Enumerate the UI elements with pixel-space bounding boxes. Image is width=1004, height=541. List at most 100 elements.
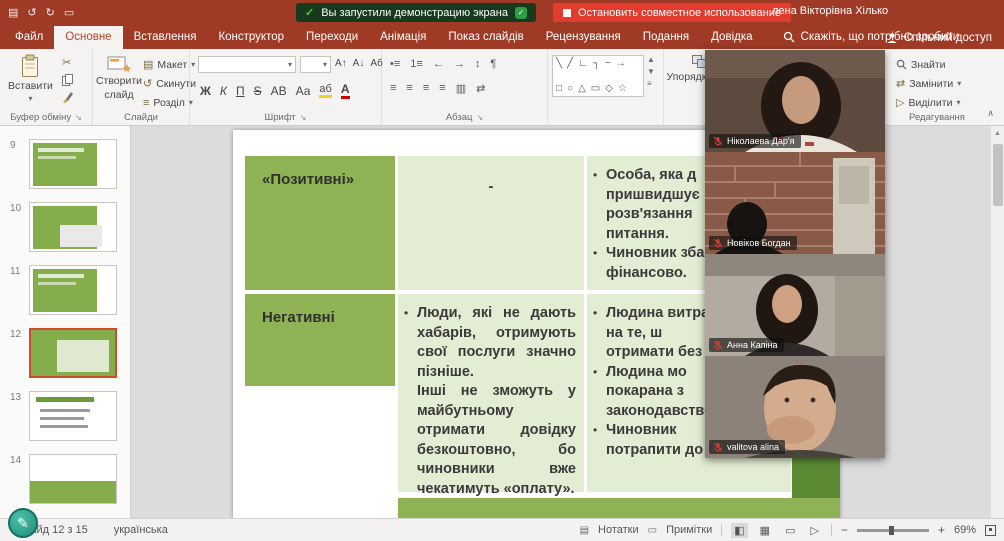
redo-icon[interactable]: ↻ xyxy=(46,6,55,19)
shape-star-icon[interactable]: ☆ xyxy=(618,83,627,94)
shapes-more-icon[interactable]: ≡ xyxy=(647,79,655,88)
justify-button[interactable]: ≡ xyxy=(439,82,445,95)
slide-thumbnail-10[interactable] xyxy=(29,202,117,252)
zoom-slider-thumb[interactable] xyxy=(889,526,894,535)
select-button[interactable]: ▷ Виділити ▾ xyxy=(896,94,961,111)
cut-button[interactable]: ✂ xyxy=(62,56,73,69)
tab-help[interactable]: Довідка xyxy=(700,26,763,49)
align-center-button[interactable]: ≡ xyxy=(406,82,412,95)
tab-design[interactable]: Конструктор xyxy=(207,26,295,49)
shape-rectangle-icon[interactable]: □ xyxy=(556,83,562,94)
line-spacing-button[interactable]: ↕ xyxy=(475,58,481,70)
paragraph-marks-button[interactable]: ¶ xyxy=(490,58,496,70)
tab-insert[interactable]: Вставлення xyxy=(123,26,208,49)
italic-button[interactable]: К xyxy=(220,84,227,98)
view-slide-sorter-button[interactable]: ▦ xyxy=(757,523,773,538)
columns-button[interactable]: ▥ xyxy=(456,82,466,95)
font-name-combobox[interactable]: ▾ xyxy=(198,56,296,73)
table-cell-r2c2[interactable]: • Люди, які не дають хабарів, отримують … xyxy=(398,294,584,492)
fit-to-window-button[interactable] xyxy=(985,525,996,536)
shape-arrow-icon[interactable]: → xyxy=(616,58,626,69)
shapes-scroll-down-icon[interactable]: ▼ xyxy=(647,67,655,76)
align-left-button[interactable]: ≡ xyxy=(390,82,396,95)
find-button[interactable]: Знайти xyxy=(896,56,961,73)
tab-slideshow[interactable]: Показ слайдів xyxy=(437,26,534,49)
shape-triangle-icon[interactable]: △ xyxy=(578,83,586,94)
view-reading-button[interactable]: ▭ xyxy=(782,523,798,538)
section-button[interactable]: ≡Розділ▾ xyxy=(143,94,196,111)
numbering-button[interactable]: 1≡ xyxy=(410,58,423,70)
slide-thumbnail-14[interactable] xyxy=(29,454,117,504)
text-direction-button[interactable]: ⇄ xyxy=(476,82,485,95)
slide-thumbnail-11[interactable] xyxy=(29,265,117,315)
shrink-font-button[interactable]: А↓ xyxy=(353,58,365,69)
tab-review[interactable]: Рецензування xyxy=(535,26,632,49)
view-normal-button[interactable]: ◧ xyxy=(731,523,747,538)
dialog-launcher-icon[interactable]: ↘ xyxy=(300,113,307,122)
copy-button[interactable] xyxy=(62,74,73,86)
shape-diamond-icon[interactable]: ◇ xyxy=(605,83,613,94)
tab-view[interactable]: Подання xyxy=(632,26,700,49)
reset-button[interactable]: ↺Скинути xyxy=(143,75,196,92)
shape-curve-icon[interactable]: ~ xyxy=(605,58,611,69)
view-slideshow-button[interactable]: ▷ xyxy=(807,523,821,538)
character-spacing-button[interactable]: АВ xyxy=(271,84,287,98)
shape-connector-icon[interactable]: ┐ xyxy=(593,58,600,69)
increase-indent-button[interactable]: → xyxy=(454,58,465,70)
paste-button[interactable]: Вставити ▾ xyxy=(8,54,53,103)
participant-video-1[interactable]: Ніколаева Дар'я xyxy=(705,50,885,152)
font-color-button[interactable]: А xyxy=(341,82,350,99)
grow-font-button[interactable]: А↑ xyxy=(335,58,347,69)
slide-thumbnail-9[interactable] xyxy=(29,139,117,189)
vertical-scrollbar[interactable]: ▲ xyxy=(990,126,1004,518)
notes-toggle[interactable]: Нотатки xyxy=(598,524,639,536)
new-slide-button[interactable]: Створити слайд xyxy=(95,54,143,101)
shape-line-icon[interactable]: ╱ xyxy=(567,58,573,69)
shapes-gallery[interactable]: ╲ ╱ ∟ ┐ ~ → □ ○ △ ▭ ◇ ☆ xyxy=(552,55,644,97)
shape-ellipse-icon[interactable]: ○ xyxy=(567,83,573,94)
layout-button[interactable]: ▤Макет▾ xyxy=(143,56,196,73)
zoom-out-button[interactable]: − xyxy=(841,523,848,537)
zoom-level[interactable]: 69% xyxy=(954,524,976,536)
shape-rect2-icon[interactable]: ▭ xyxy=(591,83,600,94)
stop-sharing-button[interactable]: Остановить совместное использование xyxy=(553,3,791,22)
tab-file[interactable]: Файл xyxy=(4,26,54,49)
annotation-pen-button[interactable]: ✎ xyxy=(8,508,38,538)
align-right-button[interactable]: ≡ xyxy=(423,82,429,95)
format-painter-button[interactable] xyxy=(62,91,73,103)
underline-button[interactable]: П xyxy=(236,84,245,98)
participant-video-4[interactable]: valitova alina xyxy=(705,356,885,458)
tab-transitions[interactable]: Переходи xyxy=(295,26,369,49)
shape-connector-icon[interactable]: ∟ xyxy=(578,58,588,69)
change-case-button[interactable]: Аа xyxy=(296,84,311,98)
scroll-up-icon[interactable]: ▲ xyxy=(991,126,1004,137)
slide-thumbnail-13[interactable] xyxy=(29,391,117,441)
bold-button[interactable]: Ж xyxy=(200,84,211,98)
decrease-indent-button[interactable]: ← xyxy=(433,58,444,70)
scrollbar-thumb[interactable] xyxy=(993,144,1003,206)
start-presentation-icon[interactable]: ▭ xyxy=(64,6,74,19)
save-icon[interactable]: ▤ xyxy=(8,6,18,19)
highlight-button[interactable]: аб xyxy=(319,83,331,98)
replace-button[interactable]: ⇄ Замінити ▾ xyxy=(896,75,961,92)
collapse-ribbon-icon[interactable]: ∧ xyxy=(987,108,994,119)
dialog-launcher-icon[interactable]: ↘ xyxy=(476,113,483,122)
undo-icon[interactable]: ↺ xyxy=(27,6,36,19)
slide-thumbnail-12-selected[interactable] xyxy=(29,328,117,378)
shapes-scroll-up-icon[interactable]: ▲ xyxy=(647,55,655,64)
zoom-in-button[interactable]: + xyxy=(938,523,945,537)
language-indicator[interactable]: українська xyxy=(114,524,168,536)
zoom-slider[interactable] xyxy=(857,529,929,532)
table-cell-negatives-header[interactable]: Негативні xyxy=(245,294,395,386)
participant-video-3[interactable]: Анна Капіна xyxy=(705,254,885,356)
font-size-combobox[interactable]: ▾ xyxy=(300,56,331,73)
bullets-button[interactable]: •≡ xyxy=(390,58,400,70)
dialog-launcher-icon[interactable]: ↘ xyxy=(75,113,82,122)
comments-toggle[interactable]: Примітки xyxy=(666,524,712,536)
clear-formatting-button[interactable]: Аб xyxy=(370,58,382,69)
share-button[interactable]: Спільний доступ xyxy=(886,32,992,44)
tab-animations[interactable]: Анімація xyxy=(369,26,437,49)
strikethrough-button[interactable]: S xyxy=(254,84,262,98)
tab-home[interactable]: Основне xyxy=(54,26,122,49)
table-cell-positives-header[interactable]: «Позитивні» xyxy=(245,156,395,290)
